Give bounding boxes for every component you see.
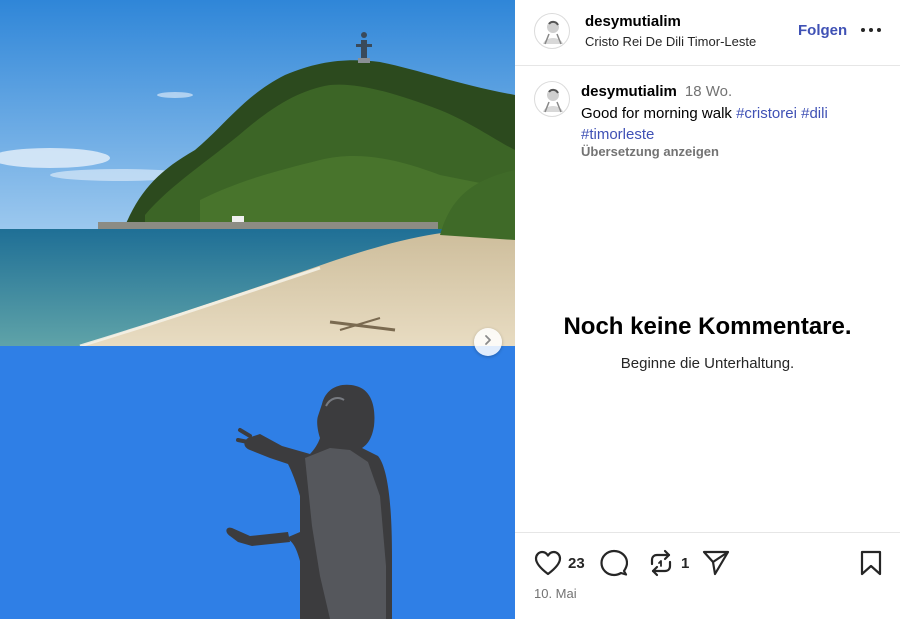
show-translation-link[interactable]: Übersetzung anzeigen — [581, 144, 719, 159]
post-author-username[interactable]: desymutialim — [585, 13, 681, 30]
caption-meta: desymutialim 18 Wo. — [581, 83, 732, 100]
caption-time-ago[interactable]: 18 Wo. — [685, 83, 732, 100]
photo-hill-beach — [0, 0, 515, 346]
repost-count[interactable]: 1 — [681, 555, 689, 572]
post-header: desymutialim Cristo Rei De Dili Timor-Le… — [515, 0, 900, 66]
avatar[interactable] — [534, 13, 570, 49]
comment-button[interactable] — [600, 549, 629, 582]
hashtag-cristorei[interactable]: #cristorei — [736, 105, 797, 122]
like-button[interactable] — [534, 550, 562, 581]
more-options-button[interactable] — [858, 20, 884, 40]
post-actions-bar: 23 1 10. Mai — [515, 532, 900, 619]
photo-statue — [0, 346, 515, 619]
save-button[interactable] — [860, 550, 882, 581]
share-button[interactable] — [702, 549, 730, 582]
like-count[interactable]: 23 — [568, 555, 585, 572]
heart-icon — [534, 550, 562, 580]
bookmark-icon — [860, 550, 882, 580]
post-media[interactable] — [0, 0, 515, 619]
carousel-next-button[interactable] — [474, 328, 502, 356]
repost-button[interactable] — [647, 549, 675, 582]
caption-username[interactable]: desymutialim — [581, 83, 677, 100]
follow-button[interactable]: Folgen — [798, 22, 847, 39]
chevron-right-icon — [482, 333, 494, 351]
caption-body: Good for morning walk — [581, 105, 732, 122]
avatar[interactable] — [534, 81, 570, 117]
no-comments-subtitle: Beginne die Unterhaltung. — [620, 355, 795, 372]
more-horizontal-icon — [858, 27, 884, 44]
post-location[interactable]: Cristo Rei De Dili Timor-Leste — [585, 34, 756, 49]
no-comments-title: Noch keine Kommentare. — [563, 313, 852, 340]
hashtag-timorleste[interactable]: #timorleste — [581, 126, 654, 143]
share-plane-icon — [702, 550, 730, 581]
hashtag-dili[interactable]: #dili — [801, 105, 828, 122]
repost-icon — [647, 549, 675, 581]
comment-bubble-icon — [600, 549, 629, 581]
post-date[interactable]: 10. Mai — [534, 586, 577, 601]
caption-text: Good for morning walk #cristorei #dili #… — [581, 103, 881, 145]
post-details-panel: desymutialim Cristo Rei De Dili Timor-Le… — [515, 0, 900, 619]
